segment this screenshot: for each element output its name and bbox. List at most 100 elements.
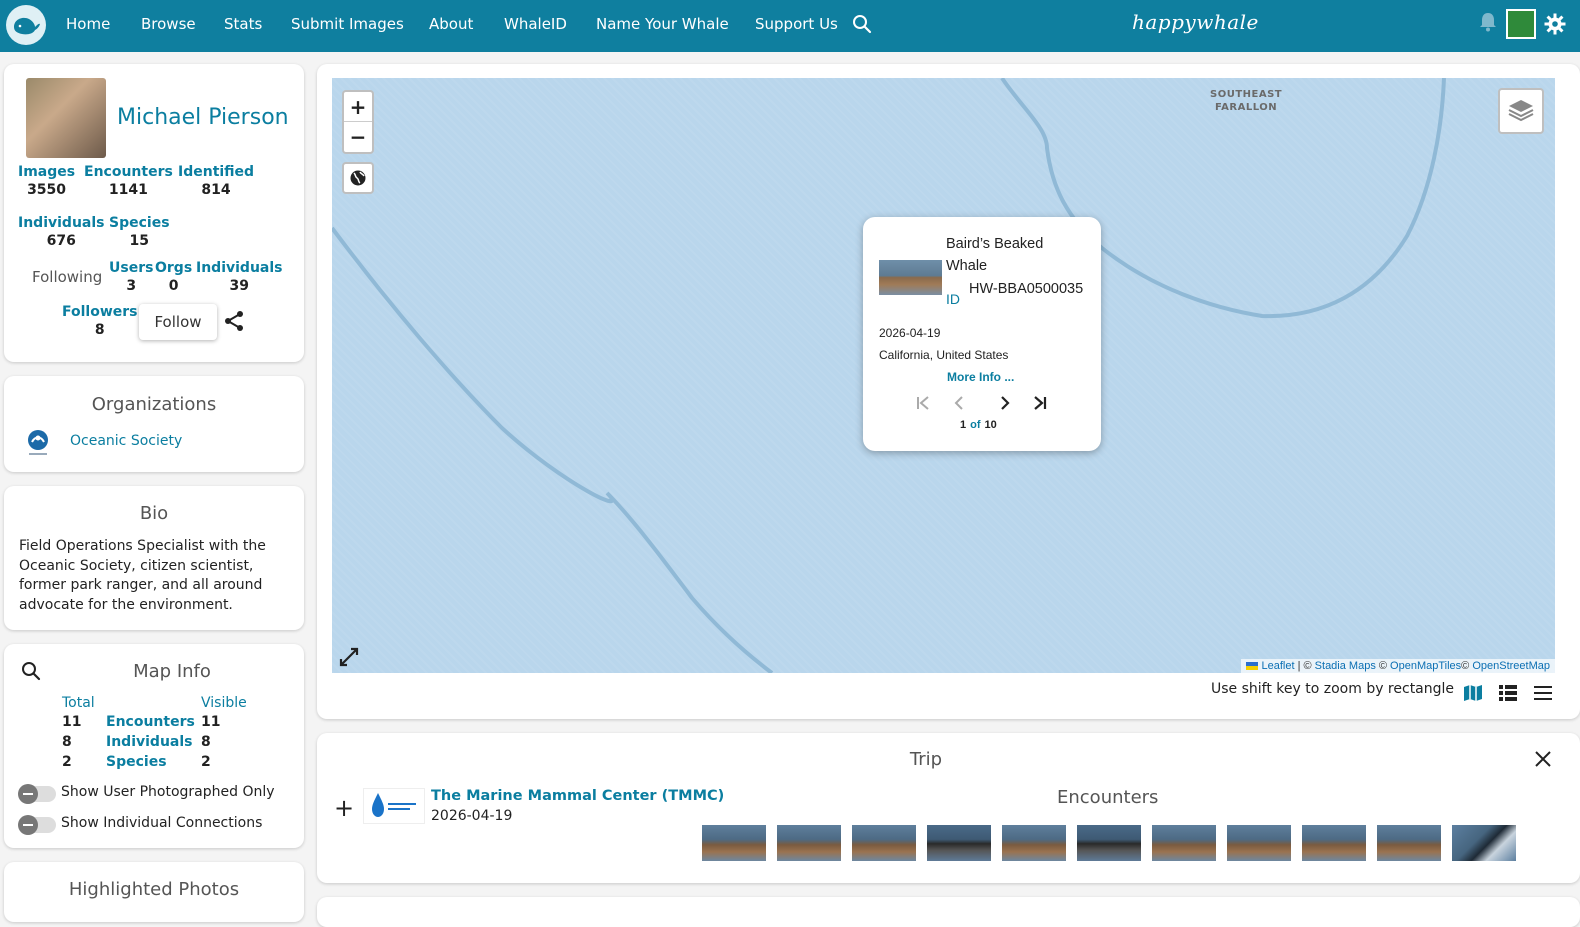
layers-icon[interactable]: [1498, 88, 1544, 134]
openstreetmap-link[interactable]: OpenStreetMap: [1472, 660, 1550, 672]
place-label: SOUTHEAST FARALLON: [1210, 88, 1282, 114]
attribution-sep: | ©: [1294, 660, 1315, 672]
nav-about[interactable]: About: [429, 15, 473, 33]
species-link[interactable]: Species: [106, 754, 167, 770]
stat-following-users[interactable]: Users 3: [109, 260, 153, 294]
stat-individuals[interactable]: Individuals 676: [18, 215, 105, 249]
nav-stats[interactable]: Stats: [224, 15, 262, 33]
more-info-link[interactable]: More Info ...: [947, 370, 1014, 384]
stat-followers[interactable]: Followers 8: [62, 304, 138, 338]
search-icon[interactable]: [852, 14, 872, 38]
map-canvas[interactable]: + − SOUTHEAST FARALLON Baird’s Beaked Wh…: [332, 78, 1555, 673]
trip-date: 2026-04-19: [431, 808, 513, 824]
visible-encounters: 11: [201, 714, 221, 730]
happywhale-logo-icon[interactable]: [6, 5, 46, 45]
stat-label: Followers: [62, 304, 138, 320]
individual-connections-toggle[interactable]: [18, 815, 56, 835]
stat-label: Individuals: [18, 215, 105, 231]
encounter-thumbnails: [702, 825, 1516, 861]
nav-name-your-whale[interactable]: Name Your Whale: [596, 15, 729, 33]
following-label: Following: [32, 268, 103, 286]
zoom-control: + −: [342, 90, 374, 154]
stat-identified[interactable]: Identified 814: [178, 164, 254, 198]
stat-species[interactable]: Species 15: [109, 215, 170, 249]
whale-photo[interactable]: [927, 825, 991, 861]
highlighted-photos-title: Highlighted Photos: [68, 879, 240, 900]
popup-id-label: ID: [946, 291, 960, 307]
stat-label: Individuals: [196, 260, 283, 276]
attribution-sep: ©: [1461, 660, 1473, 672]
stat-value: 3: [126, 278, 137, 294]
stat-value: 15: [129, 233, 149, 249]
map-attribution: Leaflet | © Stadia Maps © OpenMapTiles© …: [1241, 659, 1555, 673]
oceanic-society-logo-icon[interactable]: [23, 428, 53, 458]
whale-photo[interactable]: [1377, 825, 1441, 861]
zoom-out-button[interactable]: −: [344, 122, 372, 152]
stat-value: 676: [46, 233, 76, 249]
user-photographed-toggle[interactable]: [18, 784, 56, 804]
whale-photo[interactable]: [1302, 825, 1366, 861]
stat-label: Images: [18, 164, 76, 180]
stat-following-orgs[interactable]: Orgs 0: [155, 260, 192, 294]
tmmc-logo-icon[interactable]: [363, 788, 425, 824]
nav-home[interactable]: Home: [66, 15, 110, 33]
nav-browse[interactable]: Browse: [141, 15, 196, 33]
stat-images[interactable]: Images 3550: [18, 164, 75, 198]
popup-species: Baird’s Beaked Whale: [946, 236, 1044, 274]
stat-encounters[interactable]: Encounters 1141: [84, 164, 173, 198]
nav-whaleid[interactable]: WhaleID: [504, 15, 567, 33]
whale-photo[interactable]: [777, 825, 841, 861]
nav-support-us[interactable]: Support Us: [755, 15, 838, 33]
whale-photo[interactable]: [1227, 825, 1291, 861]
brand-wordmark[interactable]: happywhale: [1132, 10, 1259, 34]
zoom-in-button[interactable]: +: [344, 92, 372, 122]
whale-photo[interactable]: [852, 825, 916, 861]
encounters-link[interactable]: Encounters: [106, 714, 195, 730]
stat-value: 0: [168, 278, 179, 294]
stat-label: Users: [109, 260, 154, 276]
list-view-icon[interactable]: [1498, 684, 1518, 706]
share-icon[interactable]: [223, 310, 245, 336]
whale-photo[interactable]: [702, 825, 766, 861]
whale-tail-photo[interactable]: [1452, 825, 1516, 861]
next-page-icon[interactable]: [997, 395, 1013, 416]
individuals-link[interactable]: Individuals: [106, 734, 193, 750]
popup-id[interactable]: HW-BBA0500035: [969, 278, 1089, 300]
prev-page-icon[interactable]: [951, 395, 967, 416]
leaflet-link[interactable]: Leaflet: [1262, 660, 1295, 672]
org-link-oceanic-society[interactable]: Oceanic Society: [70, 433, 182, 449]
openmaptiles-link[interactable]: OpenMapTiles: [1390, 660, 1461, 672]
whale-photo[interactable]: [1152, 825, 1216, 861]
stat-following-individuals[interactable]: Individuals 39: [196, 260, 283, 294]
user-avatar[interactable]: [1506, 9, 1536, 39]
expand-plus-icon[interactable]: +: [334, 794, 354, 822]
place-label-line: SOUTHEAST: [1210, 89, 1283, 100]
stat-value: 39: [229, 278, 249, 294]
whale-photo[interactable]: [1002, 825, 1066, 861]
attribution-sep: ©: [1375, 660, 1391, 672]
organizations-card: Organizations Oceanic Society: [4, 376, 304, 472]
map-view-icon[interactable]: [1463, 683, 1483, 707]
gear-icon[interactable]: [1544, 13, 1566, 39]
last-page-icon[interactable]: [1032, 395, 1048, 416]
organizations-title: Organizations: [91, 394, 217, 415]
whale-photo[interactable]: [1077, 825, 1141, 861]
visible-individuals: 8: [201, 734, 211, 750]
trip-card: Trip + The Marine Mammal Center (TMMC) 2…: [317, 733, 1580, 883]
nav-submit-images[interactable]: Submit Images: [291, 15, 404, 33]
profile-card: Michael Pierson Images 3550 Encounters 1…: [4, 64, 304, 362]
col-total-header: Total: [62, 695, 95, 711]
first-page-icon[interactable]: [915, 395, 931, 416]
close-icon[interactable]: [1534, 750, 1552, 772]
follow-button[interactable]: Follow: [139, 304, 217, 340]
bell-icon[interactable]: [1479, 12, 1497, 36]
trip-org-link[interactable]: The Marine Mammal Center (TMMC): [431, 788, 724, 804]
col-visible-header: Visible: [201, 695, 247, 711]
zoom-hint: Use shift key to zoom by rectangle: [1211, 681, 1455, 697]
stadia-link[interactable]: Stadia Maps: [1315, 660, 1376, 672]
globe-icon[interactable]: [342, 162, 374, 194]
expand-icon[interactable]: [338, 646, 360, 672]
whale-photo[interactable]: [879, 260, 942, 295]
total-individuals: 8: [62, 734, 72, 750]
menu-icon[interactable]: [1533, 684, 1553, 706]
